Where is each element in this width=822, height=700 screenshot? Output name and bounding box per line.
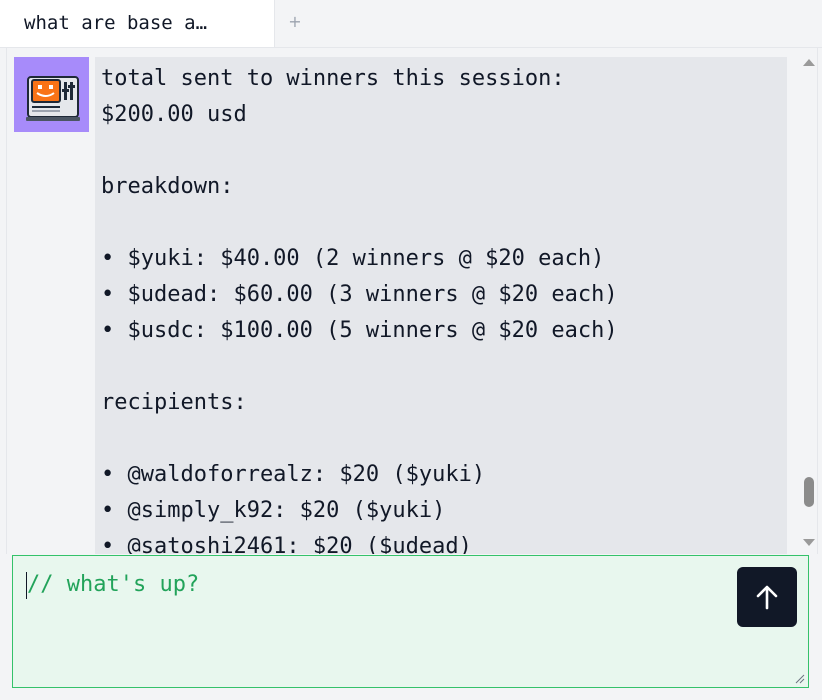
- tab-label: what are base a…: [24, 12, 208, 34]
- message-line: recipients:: [101, 390, 247, 415]
- tab-bar: what are base a… +: [0, 0, 822, 48]
- message-line: • @simply_k92: $20 ($yuki): [101, 498, 446, 523]
- new-tab-button[interactable]: +: [287, 9, 303, 35]
- arrow-up-icon: [756, 585, 778, 610]
- message-line: $200.00 usd: [101, 102, 247, 127]
- scroll-up-arrow-icon[interactable]: [801, 55, 817, 71]
- message-line: [101, 133, 781, 169]
- message-line: • @waldoforrealz: $20 ($yuki): [101, 462, 486, 487]
- message-line: total sent to winners this session:: [101, 66, 565, 91]
- input-placeholder: // what's up?: [27, 572, 200, 597]
- message-line: • $usdc: $100.00 (5 winners @ $20 each): [101, 318, 618, 343]
- message-line: [101, 349, 781, 385]
- message-line: [101, 205, 781, 241]
- message-line: • $udead: $60.00 (3 winners @ $20 each): [101, 282, 618, 307]
- scroll-down-arrow-icon[interactable]: [801, 534, 817, 550]
- avatar: [14, 57, 89, 132]
- message-line: [101, 421, 781, 457]
- scrollbar-thumb[interactable]: [804, 477, 814, 507]
- message-input[interactable]: // what's up?: [12, 555, 809, 688]
- scrollbar[interactable]: [801, 48, 817, 554]
- message-bubble: total sent to winners this session: $200…: [95, 57, 787, 554]
- message-line: • $yuki: $40.00 (2 winners @ $20 each): [101, 246, 605, 271]
- retro-computer-smiley-icon: [26, 76, 80, 121]
- message-line: • @satoshi2461: $20 ($udead): [101, 534, 472, 554]
- resize-grip-icon[interactable]: [795, 674, 805, 684]
- plus-icon: +: [288, 12, 302, 31]
- tab-active[interactable]: what are base a…: [0, 0, 275, 47]
- chat-panel: total sent to winners this session: $200…: [6, 48, 818, 554]
- send-button[interactable]: [737, 567, 797, 627]
- message-line: breakdown:: [101, 174, 234, 199]
